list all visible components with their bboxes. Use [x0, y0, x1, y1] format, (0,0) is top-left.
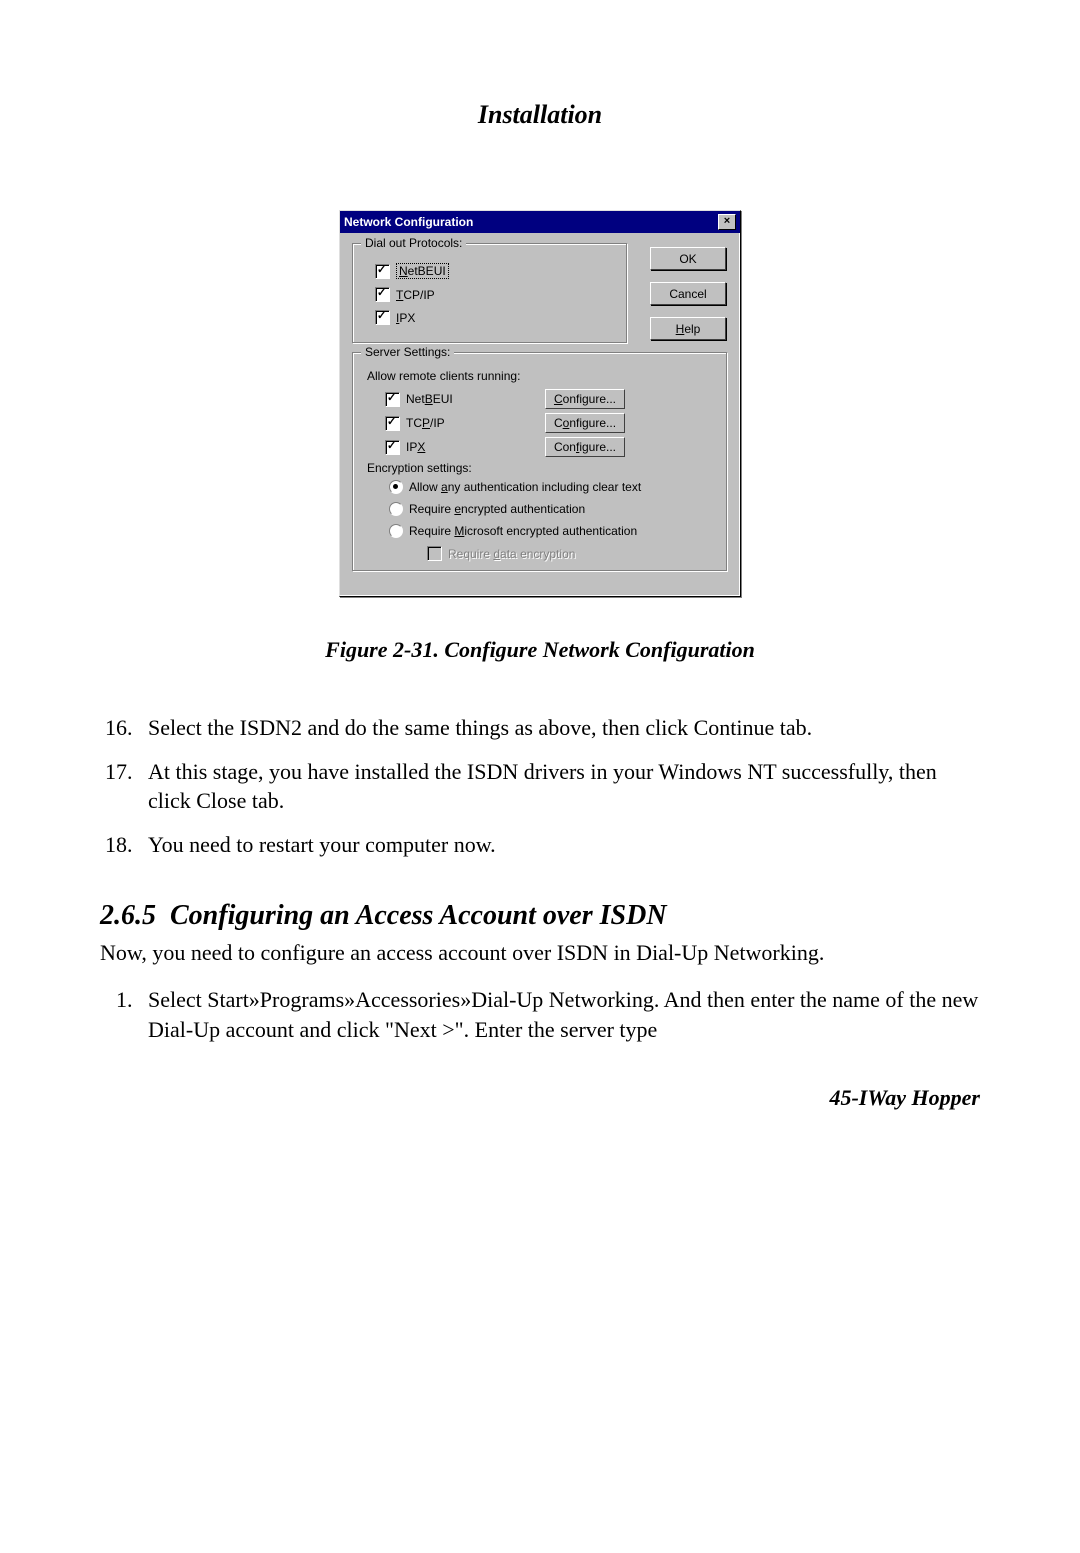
enc-any-radio[interactable] [389, 480, 403, 494]
ok-button[interactable]: OK [650, 247, 726, 270]
require-data-enc-checkbox [427, 546, 442, 561]
enc-encrypted-radio[interactable] [389, 502, 403, 516]
configure-netbeui-button[interactable]: Configure... [545, 389, 625, 409]
figure-caption: Figure 2-31. Configure Network Configura… [100, 637, 980, 663]
enc-ms-radio[interactable] [389, 524, 403, 538]
enc-ms-label: Require Microsoft encrypted authenticati… [409, 524, 637, 538]
dialout-tcpip-checkbox[interactable] [375, 287, 390, 302]
enc-encrypted-label: Require encrypted authentication [409, 502, 585, 516]
dialout-protocols-group: Dial out Protocols: NetBEUI TCP/IP IPX [352, 243, 628, 344]
server-tcpip-label: TCP/IP [406, 416, 445, 430]
dialout-netbeui-checkbox[interactable] [375, 264, 390, 279]
dialout-legend: Dial out Protocols: [361, 236, 466, 250]
step-b-1: Select Start»Programs»Accessories»Dial-U… [138, 985, 980, 1044]
network-config-dialog: Network Configuration × OK Cancel Help D… [339, 210, 741, 597]
steps-list-b: Select Start»Programs»Accessories»Dial-U… [100, 985, 980, 1044]
cancel-button[interactable]: Cancel [650, 282, 726, 305]
steps-list-a: Select the ISDN2 and do the same things … [100, 713, 980, 860]
server-ipx-checkbox[interactable] [385, 440, 400, 455]
step-17: At this stage, you have installed the IS… [138, 757, 980, 816]
section-heading: 2.6.5 Configuring an Access Account over… [100, 900, 980, 932]
enc-any-label: Allow any authentication including clear… [409, 480, 641, 494]
page-header: Installation [100, 100, 980, 130]
configure-ipx-button[interactable]: Configure... [545, 437, 625, 457]
help-button[interactable]: Help [650, 317, 726, 340]
server-tcpip-checkbox[interactable] [385, 416, 400, 431]
encryption-label: Encryption settings: [367, 461, 715, 475]
require-data-enc-label: Require data encryption [448, 547, 575, 561]
dialog-title: Network Configuration [344, 215, 473, 229]
step-16: Select the ISDN2 and do the same things … [138, 713, 980, 743]
allow-remote-label: Allow remote clients running: [367, 369, 715, 383]
dialout-ipx-checkbox[interactable] [375, 310, 390, 325]
server-netbeui-checkbox[interactable] [385, 392, 400, 407]
dialog-titlebar: Network Configuration × [340, 211, 740, 233]
dialout-ipx-label: IPX [396, 311, 415, 325]
step-18: You need to restart your computer now. [138, 830, 980, 860]
server-settings-group: Server Settings: Allow remote clients ru… [352, 352, 728, 572]
page-footer: 45-IWay Hopper [100, 1085, 980, 1111]
configure-tcpip-button[interactable]: Configure... [545, 413, 625, 433]
server-netbeui-label: NetBEUI [406, 392, 453, 406]
dialout-netbeui-label: NetBEUI [396, 263, 449, 279]
dialout-tcpip-label: TCP/IP [396, 288, 435, 302]
close-icon[interactable]: × [718, 214, 736, 230]
section-intro: Now, you need to configure an access acc… [100, 938, 980, 968]
server-legend: Server Settings: [361, 345, 454, 359]
server-ipx-label: IPX [406, 440, 425, 454]
